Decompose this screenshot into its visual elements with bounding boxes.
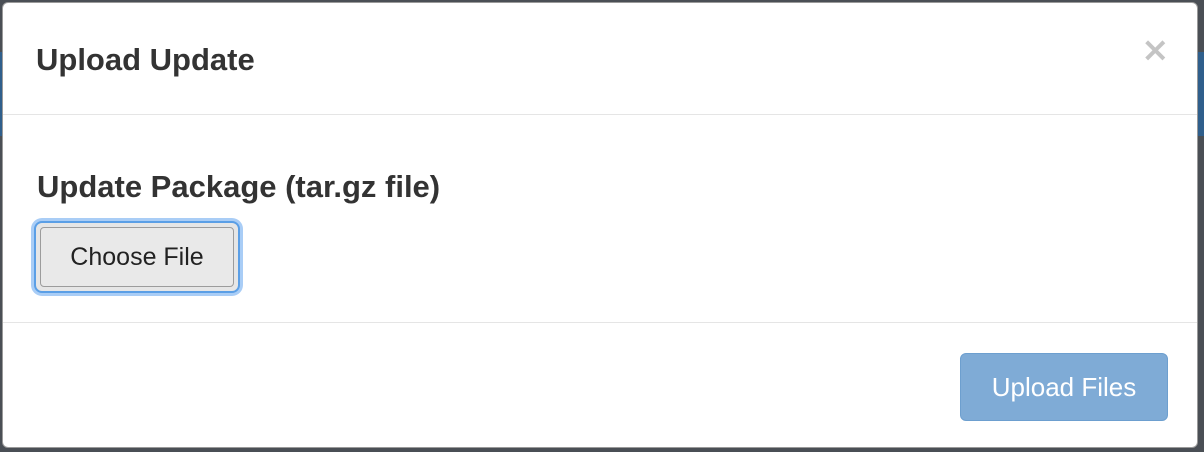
modal-title: Upload Update bbox=[36, 42, 255, 77]
modal-header: Upload Update × bbox=[3, 3, 1197, 115]
upload-files-button[interactable]: Upload Files bbox=[960, 353, 1168, 421]
upload-update-modal: Upload Update × Update Package (tar.gz f… bbox=[2, 2, 1198, 448]
update-package-label: Update Package (tar.gz file) bbox=[37, 169, 441, 204]
modal-body: Update Package (tar.gz file) Choose File bbox=[3, 115, 1197, 323]
choose-file-button[interactable]: Choose File bbox=[34, 221, 240, 293]
modal-footer: Upload Files bbox=[3, 323, 1197, 447]
close-icon[interactable]: × bbox=[1141, 33, 1170, 67]
choose-file-label: Choose File bbox=[40, 227, 234, 287]
